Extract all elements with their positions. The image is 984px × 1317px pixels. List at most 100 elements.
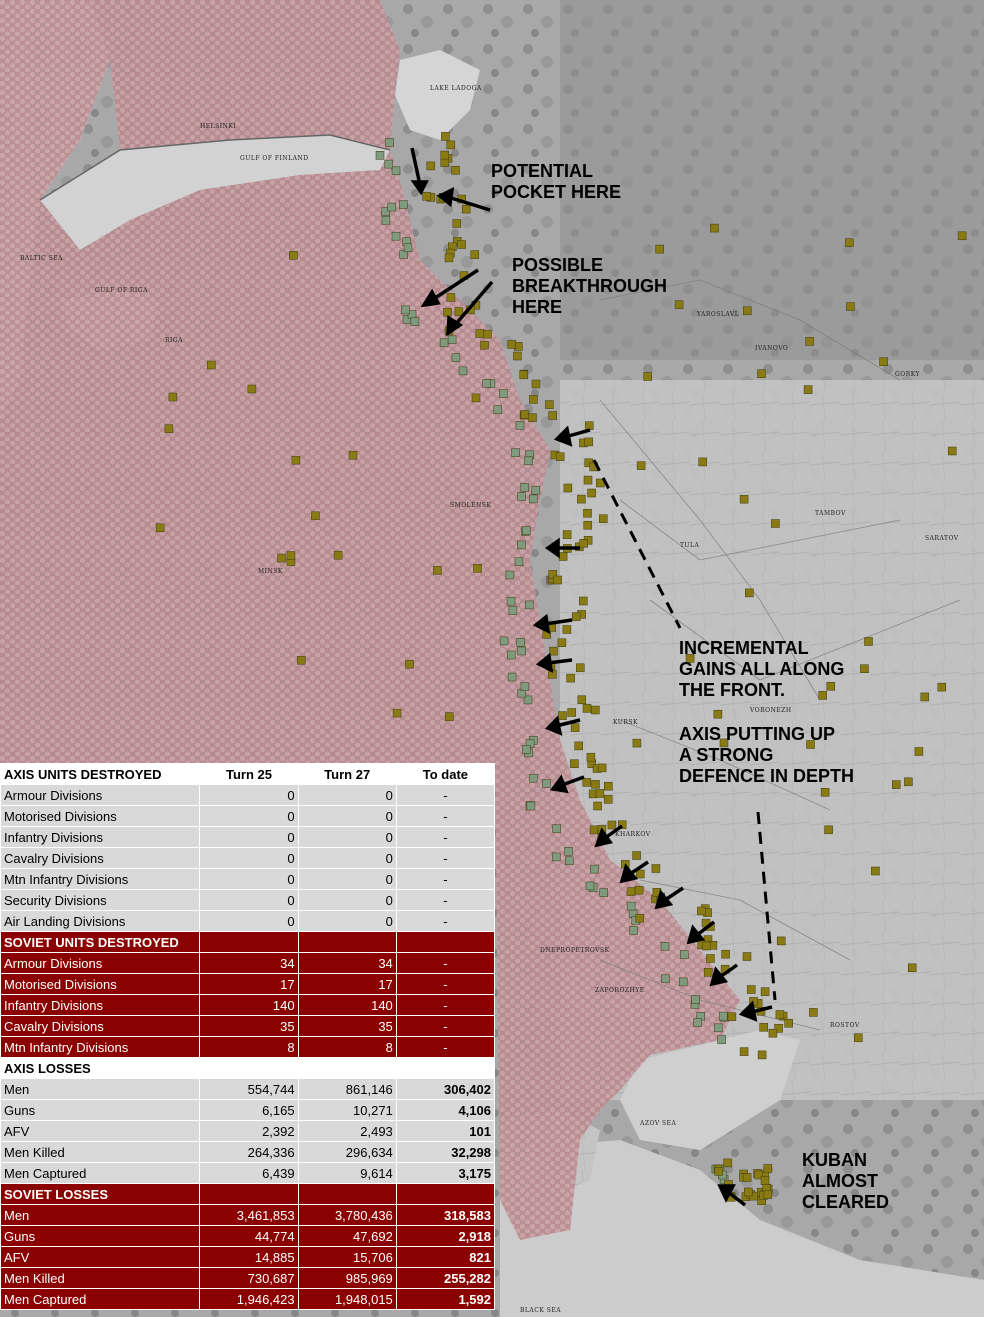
soviet-unit-counter[interactable] (422, 192, 431, 201)
soviet-unit-counter[interactable] (846, 302, 855, 311)
soviet-unit-counter[interactable] (579, 539, 588, 548)
soviet-unit-counter[interactable] (586, 752, 596, 762)
soviet-unit-counter[interactable] (710, 223, 719, 233)
soviet-unit-counter[interactable] (454, 307, 464, 316)
soviet-unit-counter[interactable] (520, 410, 530, 419)
soviet-unit-counter[interactable] (155, 523, 165, 533)
axis-unit-counter[interactable] (385, 138, 394, 147)
soviet-unit-counter[interactable] (763, 1190, 773, 1199)
axis-unit-counter[interactable] (387, 202, 397, 212)
soviet-unit-counter[interactable] (860, 664, 869, 673)
soviet-unit-counter[interactable] (864, 637, 873, 646)
soviet-unit-counter[interactable] (907, 963, 917, 973)
axis-unit-counter[interactable] (451, 353, 461, 362)
axis-unit-counter[interactable] (661, 974, 670, 984)
soviet-unit-counter[interactable] (702, 941, 711, 951)
soviet-unit-counter[interactable] (445, 712, 454, 721)
soviet-unit-counter[interactable] (845, 238, 854, 247)
soviet-unit-counter[interactable] (558, 552, 568, 561)
soviet-unit-counter[interactable] (651, 864, 661, 873)
soviet-unit-counter[interactable] (446, 140, 456, 150)
soviet-unit-counter[interactable] (703, 968, 713, 977)
soviet-unit-counter[interactable] (763, 1164, 773, 1173)
soviet-unit-counter[interactable] (562, 530, 572, 539)
soviet-unit-counter[interactable] (723, 1158, 732, 1168)
soviet-unit-counter[interactable] (570, 759, 579, 768)
soviet-unit-counter[interactable] (759, 1023, 768, 1032)
axis-unit-counter[interactable] (521, 526, 531, 535)
soviet-unit-counter[interactable] (441, 132, 450, 141)
soviet-unit-counter[interactable] (599, 514, 608, 523)
axis-unit-counter[interactable] (678, 977, 688, 987)
axis-unit-counter[interactable] (525, 600, 534, 610)
soviet-unit-counter[interactable] (440, 150, 450, 160)
soviet-unit-counter[interactable] (632, 738, 642, 748)
soviet-unit-counter[interactable] (746, 985, 756, 994)
soviet-unit-counter[interactable] (739, 494, 749, 504)
soviet-unit-counter[interactable] (643, 372, 652, 381)
axis-unit-counter[interactable] (542, 779, 551, 788)
soviet-unit-counter[interactable] (583, 475, 593, 485)
soviet-unit-counter[interactable] (914, 747, 924, 756)
soviet-unit-counter[interactable] (636, 869, 645, 879)
soviet-unit-counter[interactable] (473, 564, 482, 573)
soviet-unit-counter[interactable] (286, 551, 296, 560)
soviet-unit-counter[interactable] (892, 780, 901, 789)
axis-unit-counter[interactable] (531, 485, 541, 495)
axis-unit-counter[interactable] (629, 926, 638, 935)
axis-unit-counter[interactable] (403, 243, 413, 253)
soviet-unit-counter[interactable] (433, 566, 442, 575)
soviet-unit-counter[interactable] (803, 385, 813, 394)
soviet-unit-counter[interactable] (706, 954, 715, 963)
axis-unit-counter[interactable] (507, 672, 517, 682)
axis-unit-counter[interactable] (585, 881, 595, 891)
soviet-unit-counter[interactable] (584, 437, 593, 447)
soviet-unit-counter[interactable] (558, 711, 567, 720)
soviet-unit-counter[interactable] (579, 596, 588, 606)
axis-unit-counter[interactable] (381, 216, 391, 225)
soviet-unit-counter[interactable] (595, 789, 605, 798)
axis-unit-counter[interactable] (529, 773, 538, 783)
soviet-unit-counter[interactable] (446, 293, 456, 302)
soviet-unit-counter[interactable] (583, 520, 593, 530)
soviet-unit-counter[interactable] (591, 780, 600, 789)
axis-unit-counter[interactable] (660, 942, 670, 951)
soviet-unit-counter[interactable] (713, 709, 723, 719)
soviet-unit-counter[interactable] (247, 384, 257, 394)
soviet-unit-counter[interactable] (743, 306, 752, 316)
soviet-unit-counter[interactable] (771, 519, 780, 528)
soviet-unit-counter[interactable] (589, 825, 599, 835)
axis-unit-counter[interactable] (713, 1023, 723, 1033)
soviet-unit-counter[interactable] (451, 166, 460, 175)
soviet-unit-counter[interactable] (904, 777, 913, 787)
soviet-unit-counter[interactable] (164, 424, 174, 433)
soviet-unit-counter[interactable] (582, 778, 592, 787)
soviet-unit-counter[interactable] (529, 395, 538, 404)
soviet-unit-counter[interactable] (480, 340, 489, 350)
soviet-unit-counter[interactable] (626, 887, 636, 896)
soviet-unit-counter[interactable] (555, 452, 565, 461)
soviet-unit-counter[interactable] (745, 588, 754, 598)
soviet-unit-counter[interactable] (470, 250, 480, 259)
soviet-unit-counter[interactable] (597, 763, 607, 773)
axis-unit-counter[interactable] (516, 638, 525, 647)
soviet-unit-counter[interactable] (576, 663, 585, 673)
soviet-unit-counter[interactable] (655, 244, 664, 254)
soviet-unit-counter[interactable] (296, 655, 306, 665)
soviet-unit-counter[interactable] (577, 494, 586, 504)
soviet-unit-counter[interactable] (562, 625, 572, 634)
soviet-unit-counter[interactable] (348, 450, 358, 460)
axis-unit-counter[interactable] (506, 596, 516, 606)
soviet-unit-counter[interactable] (809, 1008, 818, 1017)
soviet-unit-counter[interactable] (603, 795, 613, 804)
axis-unit-counter[interactable] (458, 366, 468, 376)
soviet-unit-counter[interactable] (879, 357, 888, 366)
soviet-unit-counter[interactable] (571, 612, 581, 621)
soviet-unit-counter[interactable] (760, 1176, 770, 1185)
soviet-unit-counter[interactable] (607, 820, 617, 830)
soviet-unit-counter[interactable] (452, 219, 462, 228)
soviet-unit-counter[interactable] (567, 708, 576, 717)
soviet-unit-counter[interactable] (405, 659, 414, 669)
soviet-unit-counter[interactable] (634, 885, 644, 895)
soviet-unit-counter[interactable] (570, 723, 580, 732)
